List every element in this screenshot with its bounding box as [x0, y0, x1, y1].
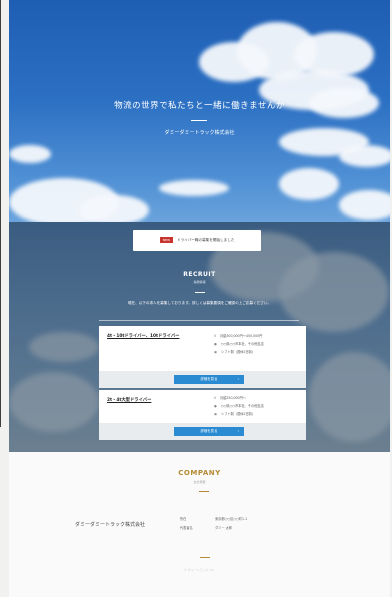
recruit-description: 現在、以下の求人を募集しております。詳しくは募集要項をご確認の上ご応募ください。	[127, 301, 272, 305]
recruit-separator	[99, 320, 299, 321]
footer-divider	[200, 557, 210, 558]
job-card-footer: 詳細を見る ›	[99, 371, 306, 388]
hero-cloud	[79, 195, 149, 222]
recruit-subtitle: 採用情報	[193, 280, 206, 284]
recruit-cloud	[29, 332, 99, 362]
company-info-value: 東京都○○区○○町1-1	[215, 517, 248, 521]
company-info-label: 所在	[180, 517, 187, 521]
job-detail-button[interactable]: 詳細を見る ›	[174, 427, 244, 436]
company-name: ダミーダミートラック株式会社	[75, 522, 146, 528]
page: 物流の世界で私たちと一緒に働きませんか ダミーダミートラック株式会社 NEW ド…	[9, 0, 390, 597]
news-link[interactable]: ドライバー職の募集を開始しました	[177, 237, 234, 243]
recruit-title: RECRUIT	[183, 271, 216, 278]
job-detail-button[interactable]: 詳細を見る ›	[174, 375, 244, 384]
company-section: COMPANY 会社概要 ダミーダミートラック株式会社 所在 東京都○○区○○町…	[9, 452, 390, 597]
news-badge: NEW	[160, 237, 173, 243]
pin-icon: ●	[214, 342, 217, 346]
recruit-cloud	[9, 372, 99, 432]
recruit-cloud	[309, 352, 390, 442]
job-card: 4t・10tドライバー、10tドライバー ¥ 月給300,000円〜450,000…	[99, 326, 306, 388]
job-salary: ¥ 月給250,000円〜	[214, 396, 246, 400]
hero-cloud	[339, 145, 390, 167]
job-title[interactable]: 4t・10tドライバー、10tドライバー	[107, 333, 179, 339]
recruit-section: NEW ドライバー職の募集を開始しました RECRUIT 採用情報 現在、以下の…	[9, 222, 390, 452]
job-location: ● ○○県○○市本社、その他支店	[214, 342, 264, 346]
footer-copyright: © ダミートラック Inc.	[183, 568, 216, 572]
job-holiday: ▣ シフト制（週休2日制）	[214, 350, 255, 354]
hero-divider	[191, 120, 207, 121]
company-divider	[199, 491, 209, 492]
company-subtitle: 会社概要	[193, 480, 206, 484]
scan-border-line	[0, 0, 1, 427]
yen-icon: ¥	[214, 396, 217, 400]
company-info-value: ダミー 太郎	[215, 526, 232, 530]
hero-cloud	[159, 180, 229, 196]
calendar-icon: ▣	[214, 412, 218, 416]
hero-title: 物流の世界で私たちと一緒に働きませんか	[114, 101, 285, 111]
yen-icon: ¥	[214, 334, 217, 338]
company-info-label: 代表者名	[180, 526, 193, 530]
hero-cloud	[279, 168, 339, 200]
job-salary: ¥ 月給300,000円〜450,000円	[214, 334, 263, 338]
recruit-divider	[195, 292, 205, 293]
job-holiday: ▣ シフト制（週休2日制）	[214, 412, 255, 416]
calendar-icon: ▣	[214, 350, 218, 354]
chevron-right-icon: ›	[237, 377, 239, 381]
job-card: 2t・4t大型ドライバー ¥ 月給250,000円〜 ● ○○県○○市本社、その他支…	[99, 390, 306, 440]
hero-section: 物流の世界で私たちと一緒に働きませんか ダミーダミートラック株式会社	[9, 0, 390, 222]
hero-cloud	[339, 190, 390, 220]
pin-icon: ●	[214, 404, 217, 408]
news-notice-bar[interactable]: NEW ドライバー職の募集を開始しました	[133, 230, 261, 251]
hero-cloud	[9, 145, 51, 163]
job-title[interactable]: 2t・4t大型ドライバー	[107, 397, 151, 403]
job-card-footer: 詳細を見る ›	[99, 423, 306, 440]
company-title: COMPANY	[178, 469, 221, 477]
job-location: ● ○○県○○市本社、その他支店	[214, 404, 264, 408]
hero-company-name: ダミーダミートラック株式会社	[164, 130, 235, 136]
chevron-right-icon: ›	[237, 429, 239, 433]
